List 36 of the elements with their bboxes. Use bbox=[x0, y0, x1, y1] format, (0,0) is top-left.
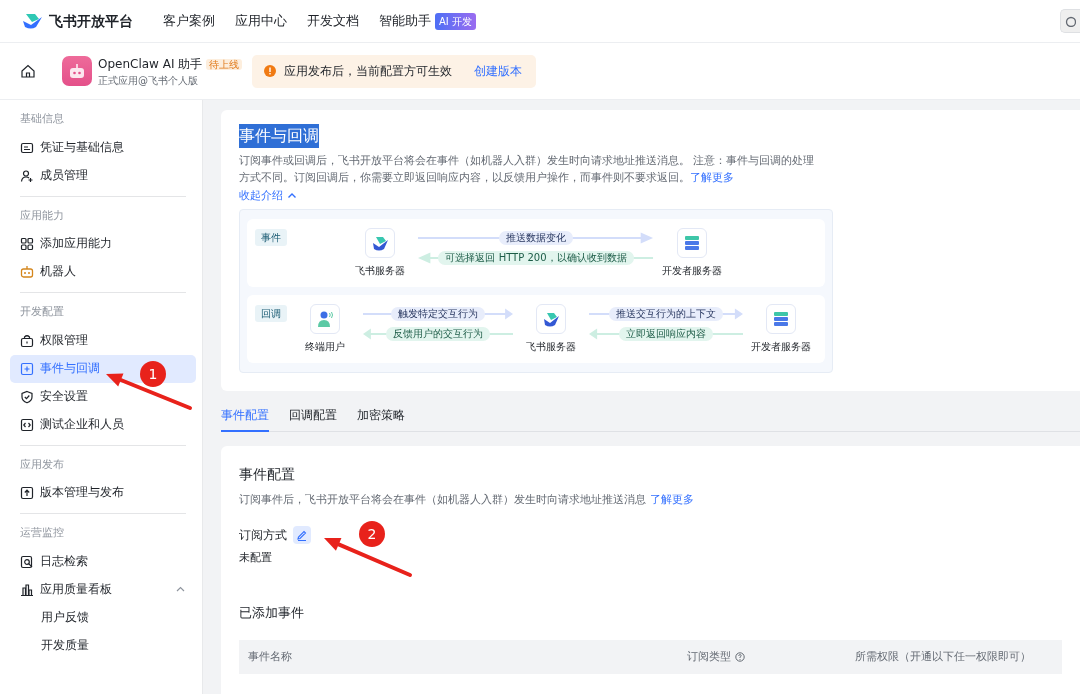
intro-description: 订阅事件或回调后，飞书开放平台将会在事件（如机器人入群）发生时向请求地址推送消息。 注意：事件与回调的处理方式不同。订阅回调后，你需要立即返回响应内容，以反馈用户操作，而事件则不要求返回。了解更多 bbox=[239, 153, 816, 186]
section-heading: 事件配置 bbox=[239, 464, 296, 484]
field-value: 未配置 bbox=[239, 549, 273, 566]
section-title: 应用能力 bbox=[19, 207, 65, 224]
field-label: 订阅方式 bbox=[239, 526, 287, 544]
page-title: 事件与回调 bbox=[239, 124, 319, 148]
flow-label: 推送交互行为的上下文 bbox=[609, 306, 723, 321]
marker-number: 2 bbox=[367, 526, 377, 542]
flow-tag: 事件 bbox=[255, 228, 287, 246]
flow-label: 可选择返回 HTTP 200，以确认收到数据 bbox=[438, 250, 634, 265]
marker-number: 1 bbox=[148, 366, 158, 382]
flow-tag: 回调 bbox=[255, 304, 287, 322]
ai-badge: AI 开发 bbox=[435, 12, 476, 30]
brand-name: 飞书开放平台 bbox=[49, 11, 133, 31]
node-label: 飞书服务器 bbox=[355, 263, 406, 278]
flow-label: 推送数据变化 bbox=[499, 230, 573, 245]
node-label: 飞书服务器 bbox=[526, 339, 576, 354]
section-title: 应用发布 bbox=[19, 456, 65, 473]
node-label: 终端用户 bbox=[305, 339, 345, 354]
node-label: 开发者服务器 bbox=[751, 339, 811, 354]
section-title: 开发配置 bbox=[19, 304, 65, 320]
notice-text: 应用发布后，当前配置方可生效 bbox=[284, 63, 453, 80]
column-header: 所需权限（开通以下任一权限即可） bbox=[855, 648, 1031, 665]
section-title: 运营监控 bbox=[19, 525, 65, 541]
flow-label: 触发特定交互行为 bbox=[391, 306, 485, 321]
app-subtitle: 正式应用@飞书个人版 bbox=[98, 73, 199, 88]
node-label: 开发者服务器 bbox=[661, 263, 722, 278]
flow-label: 反馈用户的交互行为 bbox=[386, 326, 490, 341]
app-name: OpenClaw AI 助手 bbox=[98, 56, 203, 71]
section-title: 基础信息 bbox=[19, 111, 65, 127]
flow-label: 立即返回响应内容 bbox=[619, 326, 713, 341]
column-header: 订阅类型 bbox=[687, 648, 731, 665]
section-description: 订阅事件后，飞书开放平台将会在事件（如机器人入群）发生时向请求地址推送消息 了解更多 bbox=[239, 491, 695, 508]
subsection-heading: 已添加事件 bbox=[239, 604, 305, 622]
column-header: 事件名称 bbox=[248, 648, 292, 665]
status-tag: 待上线 bbox=[206, 58, 243, 70]
